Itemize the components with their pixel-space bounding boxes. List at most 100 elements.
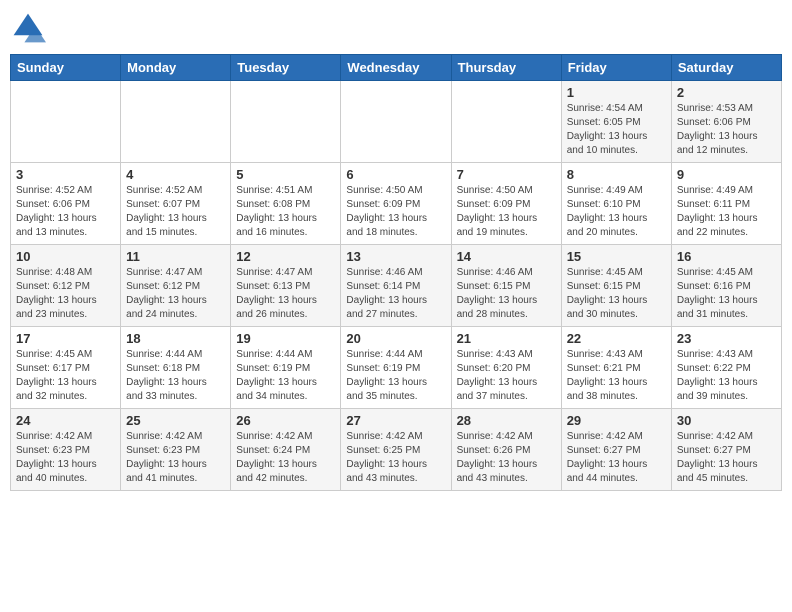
- day-info: Sunrise: 4:53 AM Sunset: 6:06 PM Dayligh…: [677, 102, 776, 158]
- calendar-table: SundayMondayTuesdayWednesdayThursdayFrid…: [10, 54, 782, 491]
- day-info: Sunrise: 4:48 AM Sunset: 6:12 PM Dayligh…: [16, 266, 115, 322]
- day-number: 4: [126, 167, 225, 182]
- day-info: Sunrise: 4:45 AM Sunset: 6:15 PM Dayligh…: [567, 266, 666, 322]
- day-number: 23: [677, 331, 776, 346]
- day-number: 30: [677, 413, 776, 428]
- day-number: 5: [236, 167, 335, 182]
- calendar-cell: 19 Sunrise: 4:44 AM Sunset: 6:19 PM Dayli…: [231, 327, 341, 409]
- calendar-cell: 22 Sunrise: 4:43 AM Sunset: 6:21 PM Dayli…: [561, 327, 671, 409]
- day-number: 16: [677, 249, 776, 264]
- calendar-cell: 4 Sunrise: 4:52 AM Sunset: 6:07 PM Daylig…: [121, 163, 231, 245]
- day-number: 25: [126, 413, 225, 428]
- calendar-cell: 21Sunrise: 4:43 AM Sunset: 6:20 PM Dayli…: [451, 327, 561, 409]
- calendar-week-row: 24Sunrise: 4:42 AM Sunset: 6:23 PM Dayli…: [11, 409, 782, 491]
- day-number: 1: [567, 85, 666, 100]
- calendar-cell: 6 Sunrise: 4:50 AM Sunset: 6:09 PM Daylig…: [341, 163, 451, 245]
- calendar-cell: 28Sunrise: 4:42 AM Sunset: 6:26 PM Dayli…: [451, 409, 561, 491]
- calendar-cell: 26 Sunrise: 4:42 AM Sunset: 6:24 PM Dayli…: [231, 409, 341, 491]
- day-info: Sunrise: 4:43 AM Sunset: 6:21 PM Dayligh…: [567, 348, 666, 404]
- calendar-week-row: 3 Sunrise: 4:52 AM Sunset: 6:06 PM Daylig…: [11, 163, 782, 245]
- day-info: Sunrise: 4:54 AM Sunset: 6:05 PM Dayligh…: [567, 102, 666, 158]
- day-info: Sunrise: 4:47 AM Sunset: 6:13 PM Dayligh…: [236, 266, 335, 322]
- day-info: Sunrise: 4:52 AM Sunset: 6:07 PM Dayligh…: [126, 184, 225, 240]
- calendar-header-row: SundayMondayTuesdayWednesdayThursdayFrid…: [11, 55, 782, 81]
- day-number: 7: [457, 167, 556, 182]
- day-number: 8: [567, 167, 666, 182]
- day-info: Sunrise: 4:42 AM Sunset: 6:24 PM Dayligh…: [236, 430, 335, 486]
- calendar-cell: 11 Sunrise: 4:47 AM Sunset: 6:12 PM Dayli…: [121, 245, 231, 327]
- calendar-cell: 8 Sunrise: 4:49 AM Sunset: 6:10 PM Daylig…: [561, 163, 671, 245]
- calendar-cell: 17 Sunrise: 4:45 AM Sunset: 6:17 PM Dayli…: [11, 327, 121, 409]
- calendar-cell: 16 Sunrise: 4:45 AM Sunset: 6:16 PM Dayli…: [671, 245, 781, 327]
- day-number: 14: [457, 249, 556, 264]
- day-info: Sunrise: 4:43 AM Sunset: 6:22 PM Dayligh…: [677, 348, 776, 404]
- day-number: 27: [346, 413, 445, 428]
- day-info: Sunrise: 4:42 AM Sunset: 6:27 PM Dayligh…: [677, 430, 776, 486]
- day-number: 11: [126, 249, 225, 264]
- calendar-cell: 7 Sunrise: 4:50 AM Sunset: 6:09 PM Daylig…: [451, 163, 561, 245]
- calendar-week-row: 17 Sunrise: 4:45 AM Sunset: 6:17 PM Dayli…: [11, 327, 782, 409]
- day-info: Sunrise: 4:45 AM Sunset: 6:17 PM Dayligh…: [16, 348, 115, 404]
- calendar-cell: 25Sunrise: 4:42 AM Sunset: 6:23 PM Dayli…: [121, 409, 231, 491]
- calendar-cell: 3 Sunrise: 4:52 AM Sunset: 6:06 PM Daylig…: [11, 163, 121, 245]
- calendar-cell: 20 Sunrise: 4:44 AM Sunset: 6:19 PM Dayli…: [341, 327, 451, 409]
- calendar-cell: 15 Sunrise: 4:45 AM Sunset: 6:15 PM Dayli…: [561, 245, 671, 327]
- day-info: Sunrise: 4:45 AM Sunset: 6:16 PM Dayligh…: [677, 266, 776, 322]
- day-info: Sunrise: 4:49 AM Sunset: 6:11 PM Dayligh…: [677, 184, 776, 240]
- calendar-cell: 9 Sunrise: 4:49 AM Sunset: 6:11 PM Daylig…: [671, 163, 781, 245]
- calendar-cell: 27 Sunrise: 4:42 AM Sunset: 6:25 PM Dayli…: [341, 409, 451, 491]
- day-header-monday: Monday: [121, 55, 231, 81]
- calendar-cell: 14Sunrise: 4:46 AM Sunset: 6:15 PM Dayli…: [451, 245, 561, 327]
- day-number: 24: [16, 413, 115, 428]
- day-number: 3: [16, 167, 115, 182]
- day-info: Sunrise: 4:42 AM Sunset: 6:26 PM Dayligh…: [457, 430, 556, 486]
- day-info: Sunrise: 4:44 AM Sunset: 6:19 PM Dayligh…: [346, 348, 445, 404]
- day-info: Sunrise: 4:44 AM Sunset: 6:19 PM Dayligh…: [236, 348, 335, 404]
- calendar-week-row: 1 Sunrise: 4:54 AM Sunset: 6:05 PM Daylig…: [11, 81, 782, 163]
- calendar-cell: [341, 81, 451, 163]
- day-header-friday: Friday: [561, 55, 671, 81]
- day-number: 19: [236, 331, 335, 346]
- day-header-tuesday: Tuesday: [231, 55, 341, 81]
- day-number: 21: [457, 331, 556, 346]
- day-number: 10: [16, 249, 115, 264]
- calendar-cell: 12 Sunrise: 4:47 AM Sunset: 6:13 PM Dayli…: [231, 245, 341, 327]
- day-number: 17: [16, 331, 115, 346]
- calendar-cell: [11, 81, 121, 163]
- day-info: Sunrise: 4:50 AM Sunset: 6:09 PM Dayligh…: [457, 184, 556, 240]
- logo-icon: [10, 10, 46, 46]
- day-number: 20: [346, 331, 445, 346]
- page-header: [10, 10, 782, 46]
- calendar-cell: 24Sunrise: 4:42 AM Sunset: 6:23 PM Dayli…: [11, 409, 121, 491]
- calendar-cell: 2Sunrise: 4:53 AM Sunset: 6:06 PM Daylig…: [671, 81, 781, 163]
- calendar-cell: [121, 81, 231, 163]
- day-info: Sunrise: 4:52 AM Sunset: 6:06 PM Dayligh…: [16, 184, 115, 240]
- logo: [10, 10, 50, 46]
- calendar-week-row: 10 Sunrise: 4:48 AM Sunset: 6:12 PM Dayli…: [11, 245, 782, 327]
- day-number: 26: [236, 413, 335, 428]
- day-info: Sunrise: 4:46 AM Sunset: 6:14 PM Dayligh…: [346, 266, 445, 322]
- day-info: Sunrise: 4:51 AM Sunset: 6:08 PM Dayligh…: [236, 184, 335, 240]
- day-number: 29: [567, 413, 666, 428]
- calendar-cell: [231, 81, 341, 163]
- calendar-cell: 18Sunrise: 4:44 AM Sunset: 6:18 PM Dayli…: [121, 327, 231, 409]
- day-header-sunday: Sunday: [11, 55, 121, 81]
- day-info: Sunrise: 4:49 AM Sunset: 6:10 PM Dayligh…: [567, 184, 666, 240]
- day-number: 9: [677, 167, 776, 182]
- calendar-cell: 13Sunrise: 4:46 AM Sunset: 6:14 PM Dayli…: [341, 245, 451, 327]
- calendar-cell: 10 Sunrise: 4:48 AM Sunset: 6:12 PM Dayli…: [11, 245, 121, 327]
- day-info: Sunrise: 4:42 AM Sunset: 6:27 PM Dayligh…: [567, 430, 666, 486]
- day-info: Sunrise: 4:50 AM Sunset: 6:09 PM Dayligh…: [346, 184, 445, 240]
- day-header-thursday: Thursday: [451, 55, 561, 81]
- day-header-saturday: Saturday: [671, 55, 781, 81]
- day-number: 18: [126, 331, 225, 346]
- day-header-wednesday: Wednesday: [341, 55, 451, 81]
- day-info: Sunrise: 4:47 AM Sunset: 6:12 PM Dayligh…: [126, 266, 225, 322]
- day-number: 12: [236, 249, 335, 264]
- day-number: 22: [567, 331, 666, 346]
- day-number: 6: [346, 167, 445, 182]
- calendar-cell: 30 Sunrise: 4:42 AM Sunset: 6:27 PM Dayli…: [671, 409, 781, 491]
- day-number: 15: [567, 249, 666, 264]
- day-info: Sunrise: 4:42 AM Sunset: 6:25 PM Dayligh…: [346, 430, 445, 486]
- calendar-cell: 5 Sunrise: 4:51 AM Sunset: 6:08 PM Daylig…: [231, 163, 341, 245]
